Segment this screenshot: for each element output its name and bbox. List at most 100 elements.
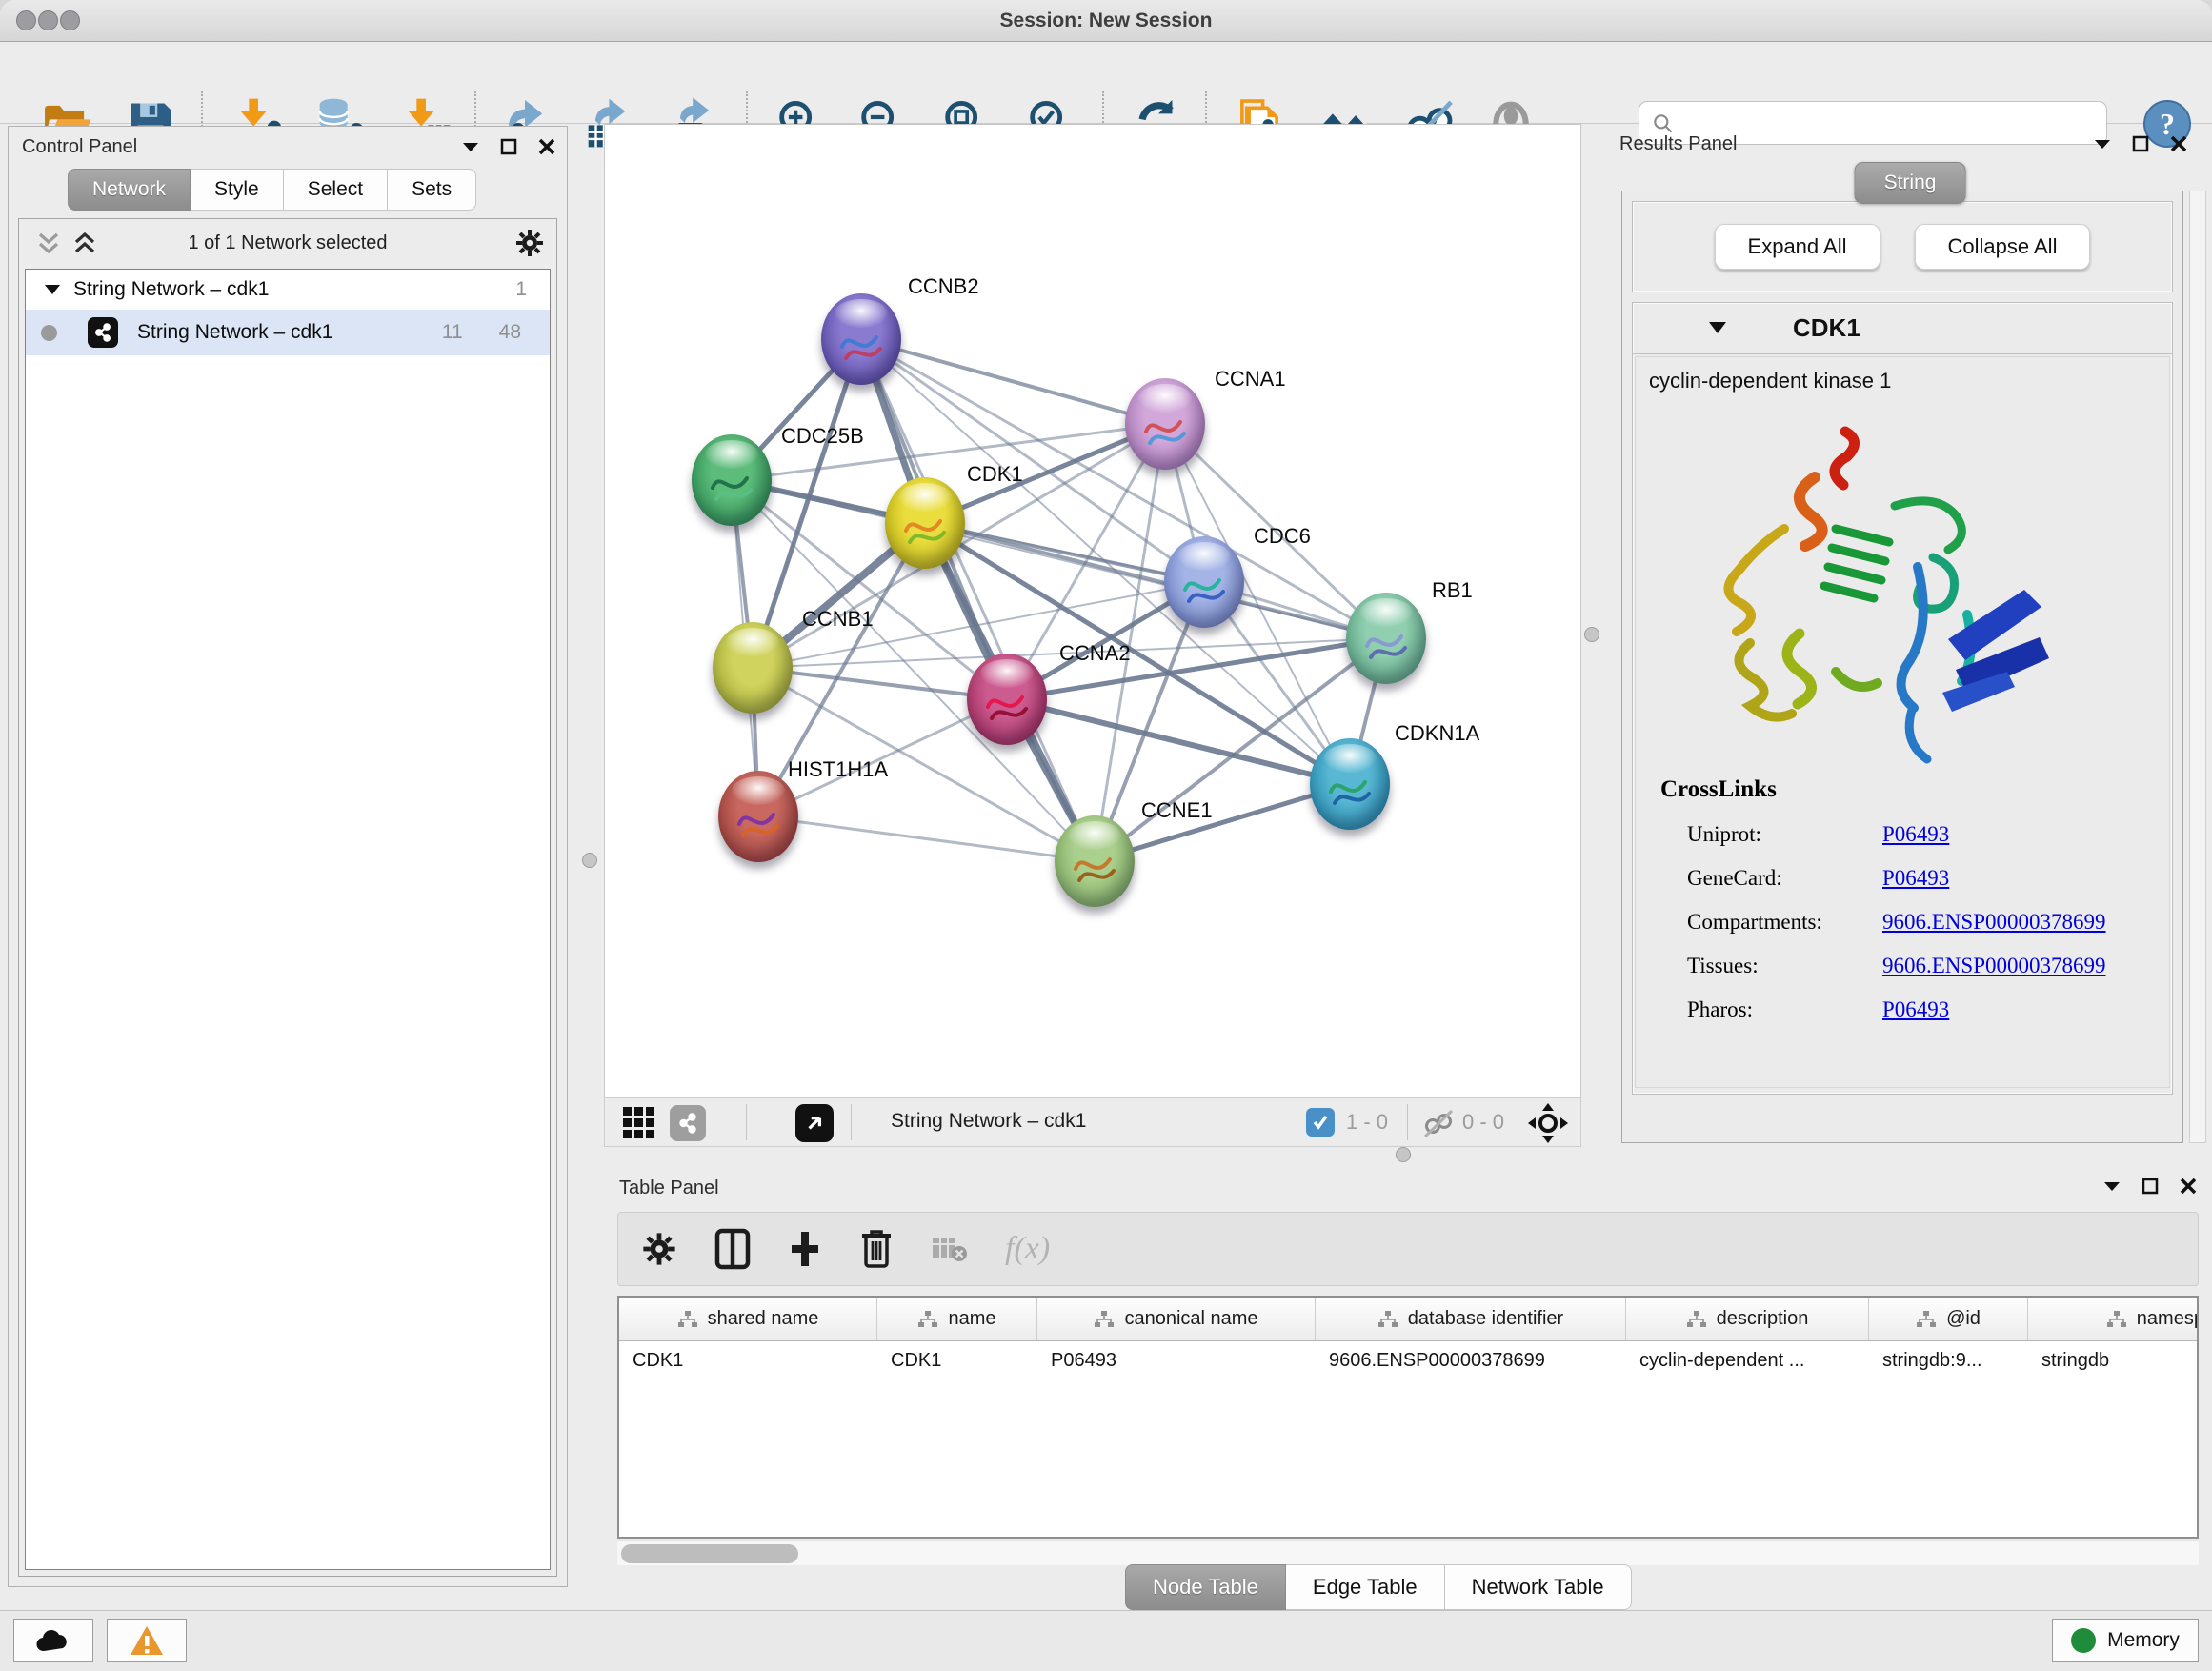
node-label-CDC25B: CDC25B (781, 424, 864, 449)
network-node-CCNE1[interactable] (1055, 815, 1135, 907)
network-node-CCNB1[interactable] (713, 622, 793, 714)
node-structure-thumbnail (833, 316, 890, 373)
warning-icon (129, 1624, 165, 1657)
column-header-database-identifier[interactable]: database identifier (1316, 1298, 1626, 1340)
memory-label: Memory (2107, 1629, 2180, 1652)
network-share-icon (88, 317, 118, 348)
horizontal-splitter-handle[interactable] (1396, 1147, 1411, 1162)
network-node-RB1[interactable] (1346, 593, 1426, 684)
results-panel-title: Results Panel (1619, 133, 1737, 155)
column-header-label: database identifier (1408, 1308, 1563, 1330)
crosslink-link[interactable]: 9606.ENSP00000378699 (1882, 954, 2106, 978)
memory-status-dot (2071, 1628, 2096, 1653)
collapse-all-button[interactable]: Collapse All (1915, 224, 2091, 270)
grid-view-icon[interactable] (622, 1106, 656, 1145)
close-panel-icon[interactable] (2180, 1178, 2197, 1195)
results-scrollbar[interactable] (2189, 191, 2206, 1143)
float-panel-icon[interactable] (2103, 1180, 2121, 1192)
control-panel: Control Panel Network Style Select Sets … (8, 126, 568, 1587)
hidden-items-icon[interactable] (1420, 1108, 1455, 1143)
expand-all-button[interactable]: Expand All (1715, 224, 1880, 270)
network-view-canvas[interactable]: CCNB2CCNA1CDC25BCDK1CDC6RB1CCNB1CCNA2CDK… (604, 124, 1581, 1097)
close-panel-icon[interactable] (2170, 135, 2187, 152)
table-cell[interactable]: 9606.ENSP00000378699 (1316, 1341, 1626, 1383)
network-node-CDKN1A[interactable] (1310, 738, 1390, 830)
tab-edge-table[interactable]: Edge Table (1286, 1564, 1445, 1610)
network-selection-bar: 1 of 1 Network selected (19, 219, 556, 267)
birdseye-view-icon[interactable] (795, 1104, 834, 1142)
column-header-shared-name[interactable]: shared name (619, 1298, 877, 1340)
tab-node-table[interactable]: Node Table (1125, 1564, 1286, 1610)
cloud-status-button[interactable] (13, 1619, 93, 1662)
table-cell[interactable]: stringdb (2028, 1341, 2199, 1383)
column-header-name[interactable]: name (877, 1298, 1037, 1340)
column-header-namespace[interactable]: namespace (2028, 1298, 2199, 1340)
close-panel-icon[interactable] (538, 138, 555, 155)
tab-style[interactable]: Style (191, 169, 284, 211)
left-splitter-handle[interactable] (582, 853, 597, 868)
toolbar-separator (1407, 1104, 1408, 1140)
crosslink-link[interactable]: P06493 (1882, 997, 1949, 1022)
network-node-CCNA1[interactable] (1125, 378, 1205, 470)
network-collection-row[interactable]: String Network – cdk1 1 (26, 270, 550, 310)
scrollbar-thumb[interactable] (621, 1544, 798, 1563)
network-overview-icon[interactable] (670, 1105, 706, 1141)
right-splitter-handle[interactable] (1584, 627, 1599, 642)
table-cell[interactable]: cyclin-dependent ... (1626, 1341, 1869, 1383)
network-node-HIST1H1A[interactable] (718, 771, 798, 862)
warnings-button[interactable] (107, 1619, 187, 1662)
tab-string[interactable]: String (1855, 162, 1966, 204)
maximize-panel-icon[interactable] (2132, 135, 2149, 152)
network-node-CDK1[interactable] (885, 477, 965, 569)
tab-select[interactable]: Select (284, 169, 388, 211)
float-panel-icon[interactable] (462, 141, 479, 152)
memory-button[interactable]: Memory (2052, 1619, 2199, 1662)
maximize-panel-icon[interactable] (500, 138, 517, 155)
node-structure-thumbnail (1136, 401, 1194, 458)
column-header-description[interactable]: description (1626, 1298, 1869, 1340)
network-node-CDC6[interactable] (1164, 536, 1244, 628)
column-header-label: namespace (2137, 1308, 2199, 1330)
tab-sets[interactable]: Sets (388, 169, 476, 211)
crosslink-link[interactable]: 9606.ENSP00000378699 (1882, 910, 2106, 935)
table-options-gear-icon[interactable] (641, 1231, 677, 1267)
table-cell[interactable]: stringdb:9... (1869, 1341, 2028, 1383)
column-header--id[interactable]: @id (1869, 1298, 2028, 1340)
pan-crosshair-icon[interactable] (1527, 1102, 1569, 1149)
add-column-icon[interactable] (788, 1228, 822, 1270)
delete-column-icon[interactable] (858, 1228, 895, 1270)
network-row-selected[interactable]: String Network – cdk1 11 48 (26, 310, 550, 355)
show-columns-icon[interactable] (714, 1228, 752, 1270)
window-title: Session: New Session (0, 0, 2212, 42)
crosslink-label: Compartments: (1687, 910, 1882, 935)
gene-symbol: CDK1 (1793, 313, 1860, 343)
table-cell[interactable]: CDK1 (877, 1341, 1037, 1383)
table-row[interactable]: CDK1CDK1P064939606.ENSP00000378699cyclin… (619, 1341, 2197, 1383)
column-header-label: description (1717, 1308, 1809, 1330)
column-header-canonical-name[interactable]: canonical name (1037, 1298, 1316, 1340)
network-node-CCNB2[interactable] (821, 293, 901, 385)
float-panel-icon[interactable] (2094, 138, 2111, 150)
network-options-gear-icon[interactable] (514, 228, 545, 258)
collection-expander-icon[interactable] (45, 285, 60, 295)
status-bar: Memory (0, 1610, 2212, 1671)
gene-entry-header[interactable]: CDK1 (1633, 303, 2172, 354)
tab-network-table[interactable]: Network Table (1445, 1564, 1632, 1610)
crosslinks-section: CrossLinks Uniprot:P06493GeneCard:P06493… (1660, 776, 2154, 1032)
node-label-CDKN1A: CDKN1A (1395, 721, 1479, 746)
network-node-CDC25B[interactable] (692, 434, 772, 526)
table-horizontal-scrollbar[interactable] (617, 1540, 2199, 1565)
entry-expander-icon[interactable] (1709, 322, 1726, 334)
hidden-count: 0 - 0 (1462, 1110, 1504, 1135)
table-cell[interactable]: CDK1 (619, 1341, 877, 1383)
table-cell[interactable]: P06493 (1037, 1341, 1316, 1383)
column-header-label: name (948, 1308, 995, 1330)
network-selection-summary: 1 of 1 Network selected (19, 219, 556, 267)
maximize-panel-icon[interactable] (2142, 1178, 2159, 1195)
crosslink-link[interactable]: P06493 (1882, 866, 1949, 891)
selected-checkbox-icon[interactable] (1306, 1108, 1335, 1137)
network-view-toolbar: String Network – cdk1 1 - 0 0 - 0 (604, 1097, 1581, 1147)
network-node-CCNA2[interactable] (967, 654, 1047, 745)
crosslink-link[interactable]: P06493 (1882, 822, 1949, 847)
tab-network[interactable]: Network (68, 169, 191, 211)
